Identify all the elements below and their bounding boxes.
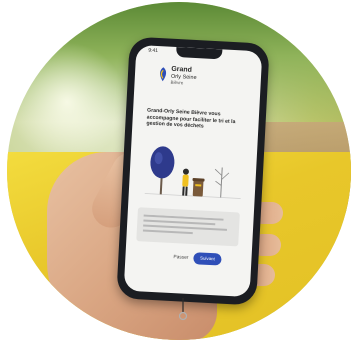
status-time: 9:41 <box>148 47 159 54</box>
smartphone: 9:41 Grand Orly Seine Bièvre Grand-Orly … <box>116 36 270 306</box>
phone-screen: 9:41 Grand Orly Seine Bièvre Grand-Orly … <box>123 44 263 298</box>
photo-background: 9:41 Grand Orly Seine Bièvre Grand-Orly … <box>7 2 351 340</box>
next-button[interactable]: Suivant <box>193 252 222 266</box>
trash-bin-icon <box>192 178 205 197</box>
phone-lanyard-clip <box>179 298 187 321</box>
app-logo: Grand Orly Seine Bièvre <box>156 64 217 89</box>
blurred-text-lines <box>142 214 228 235</box>
sunlight-glare <box>7 42 127 162</box>
phone-notch <box>175 46 223 60</box>
bare-tree-icon <box>214 167 230 198</box>
skip-button[interactable]: Passer <box>173 255 188 261</box>
logo-mark-icon <box>160 67 167 82</box>
logo-text-line3: Bièvre <box>170 79 184 86</box>
logo-text-line1: Grand <box>171 65 193 74</box>
onboarding-illustration <box>144 146 241 199</box>
info-card <box>136 207 240 247</box>
tree-icon <box>150 146 175 195</box>
onboarding-headline: Grand-Orly Seine Bièvre vous accompagne … <box>146 107 236 130</box>
person-icon <box>182 168 189 196</box>
